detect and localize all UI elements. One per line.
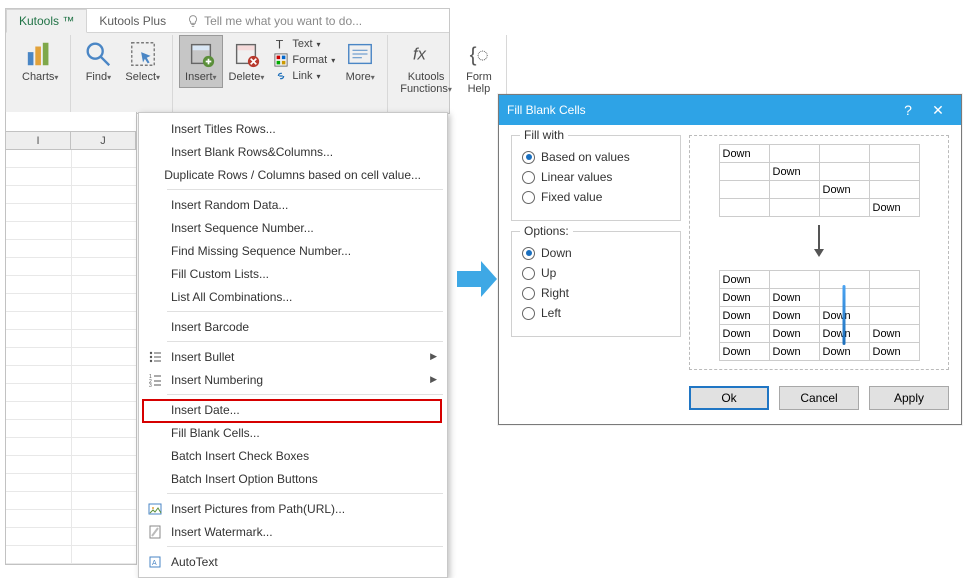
radio-based-on-values[interactable]: Based on values bbox=[522, 150, 670, 164]
menu-insert-numbering[interactable]: 123Insert Numbering▶ bbox=[139, 368, 447, 391]
insert-button[interactable]: Insert▾ bbox=[179, 35, 223, 88]
flow-arrow-icon bbox=[455, 257, 499, 306]
menu-fill-blank-cells[interactable]: Fill Blank Cells... bbox=[139, 421, 447, 444]
fill-with-legend: Fill with bbox=[520, 128, 568, 142]
formula-helper-button[interactable]: {◌ Form Help bbox=[458, 35, 500, 99]
svg-text:T: T bbox=[276, 37, 284, 51]
dialog-titlebar[interactable]: Fill Blank Cells ? ✕ bbox=[499, 95, 961, 125]
text-button[interactable]: T Text ▾ bbox=[274, 37, 335, 51]
menu-insert-sequence-number[interactable]: Insert Sequence Number... bbox=[139, 216, 447, 239]
menu-list-all-combinations[interactable]: List All Combinations... bbox=[139, 285, 447, 308]
autotext-icon: A bbox=[145, 555, 165, 569]
menu-insert-date[interactable]: Insert Date... bbox=[139, 398, 447, 421]
preview-before-table: Down Down Down Down bbox=[719, 144, 920, 217]
formula-bar[interactable] bbox=[6, 112, 136, 132]
menu-insert-random-data[interactable]: Insert Random Data... bbox=[139, 193, 447, 216]
menu-fill-custom-lists[interactable]: Fill Custom Lists... bbox=[139, 262, 447, 285]
submenu-arrow-icon: ▶ bbox=[430, 351, 437, 362]
menu-insert-titles-rows[interactable]: Insert Titles Rows... bbox=[139, 117, 447, 140]
radio-up[interactable]: Up bbox=[522, 266, 670, 280]
apply-button[interactable]: Apply bbox=[869, 386, 949, 410]
col-header-i[interactable]: I bbox=[6, 132, 71, 149]
ribbon-body: Charts▾ Find▾ Select▾ Insert▾ Delete▾ bbox=[6, 33, 449, 113]
link-button[interactable]: Link ▾ bbox=[274, 69, 335, 83]
tab-kutools[interactable]: Kutools ™ bbox=[6, 9, 87, 33]
delete-icon bbox=[231, 39, 261, 69]
column-headers[interactable]: I J bbox=[6, 132, 136, 150]
tab-kutools-plus[interactable]: Kutools Plus bbox=[87, 10, 178, 32]
insert-dropdown-menu: Insert Titles Rows... Insert Blank Rows&… bbox=[138, 112, 448, 578]
fill-with-group: Fill with Based on values Linear values … bbox=[511, 135, 681, 221]
text-icon: T bbox=[274, 37, 288, 51]
menu-insert-pictures-from-path[interactable]: Insert Pictures from Path(URL)... bbox=[139, 497, 447, 520]
radio-down[interactable]: Down bbox=[522, 246, 670, 260]
kutools-functions-button[interactable]: fx Kutools Functions▾ bbox=[394, 35, 458, 100]
options-legend: Options: bbox=[520, 224, 573, 238]
dialog-buttons: Ok Cancel Apply bbox=[499, 378, 961, 424]
excel-ribbon-window: Kutools ™ Kutools Plus Tell me what you … bbox=[5, 8, 450, 114]
worksheet-grid[interactable]: I J bbox=[5, 112, 137, 565]
chart-icon bbox=[25, 39, 55, 69]
insert-icon bbox=[186, 39, 216, 69]
number-list-icon: 123 bbox=[145, 373, 165, 387]
menu-batch-insert-option-buttons[interactable]: Batch Insert Option Buttons bbox=[139, 467, 447, 490]
delete-button[interactable]: Delete▾ bbox=[223, 35, 271, 88]
format-icon bbox=[274, 53, 288, 67]
fill-blank-cells-dialog: Fill Blank Cells ? ✕ Fill with Based on … bbox=[498, 94, 962, 425]
more-icon bbox=[345, 39, 375, 69]
select-button[interactable]: Select▾ bbox=[119, 35, 166, 88]
down-arrow-icon bbox=[811, 223, 827, 264]
svg-text:3: 3 bbox=[149, 383, 152, 387]
col-header-j[interactable]: J bbox=[71, 132, 136, 149]
ribbon-tabs: Kutools ™ Kutools Plus Tell me what you … bbox=[6, 9, 449, 33]
more-button[interactable]: More▾ bbox=[339, 35, 381, 88]
svg-text:fx: fx bbox=[413, 45, 427, 64]
cancel-button[interactable]: Cancel bbox=[779, 386, 859, 410]
tell-me-label: Tell me what you want to do... bbox=[204, 14, 362, 28]
options-group: Options: Down Up Right Left bbox=[511, 231, 681, 337]
menu-duplicate-rows-columns[interactable]: Duplicate Rows / Columns based on cell v… bbox=[139, 163, 447, 186]
menu-insert-blank-rows-columns[interactable]: Insert Blank Rows&Columns... bbox=[139, 140, 447, 163]
ok-button[interactable]: Ok bbox=[689, 386, 769, 410]
picture-icon bbox=[145, 502, 165, 516]
charts-button[interactable]: Charts▾ bbox=[16, 35, 64, 88]
lightbulb-icon bbox=[186, 14, 200, 28]
watermark-icon bbox=[145, 525, 165, 539]
dialog-title: Fill Blank Cells bbox=[507, 103, 893, 117]
find-button[interactable]: Find▾ bbox=[77, 35, 119, 88]
svg-text:A: A bbox=[152, 560, 157, 567]
menu-insert-bullet[interactable]: Insert Bullet▶ bbox=[139, 345, 447, 368]
fx-icon: fx bbox=[411, 39, 441, 69]
radio-fixed-value[interactable]: Fixed value bbox=[522, 190, 670, 204]
link-icon bbox=[274, 69, 288, 83]
tell-me-search[interactable]: Tell me what you want to do... bbox=[178, 14, 362, 28]
preview-after-table: Down DownDown DownDownDown DownDownDownD… bbox=[719, 270, 920, 361]
radio-left[interactable]: Left bbox=[522, 306, 670, 320]
help-button[interactable]: ? bbox=[893, 102, 923, 118]
menu-find-missing-sequence[interactable]: Find Missing Sequence Number... bbox=[139, 239, 447, 262]
svg-text:{◌: {◌ bbox=[470, 44, 489, 67]
menu-autotext[interactable]: AAutoText bbox=[139, 550, 447, 573]
radio-linear-values[interactable]: Linear values bbox=[522, 170, 670, 184]
menu-insert-watermark[interactable]: Insert Watermark... bbox=[139, 520, 447, 543]
format-button[interactable]: Format ▾ bbox=[274, 53, 335, 67]
formula-helper-icon: {◌ bbox=[464, 39, 494, 69]
radio-right[interactable]: Right bbox=[522, 286, 670, 300]
submenu-arrow-icon: ▶ bbox=[430, 374, 437, 385]
bullet-list-icon bbox=[145, 350, 165, 364]
menu-insert-barcode[interactable]: Insert Barcode bbox=[139, 315, 447, 338]
grid-rows[interactable] bbox=[6, 150, 136, 564]
close-button[interactable]: ✕ bbox=[923, 102, 953, 119]
find-icon bbox=[83, 39, 113, 69]
preview-panel: Down Down Down Down Down DownDown DownDo… bbox=[689, 135, 949, 370]
menu-batch-insert-check-boxes[interactable]: Batch Insert Check Boxes bbox=[139, 444, 447, 467]
select-icon bbox=[128, 39, 158, 69]
